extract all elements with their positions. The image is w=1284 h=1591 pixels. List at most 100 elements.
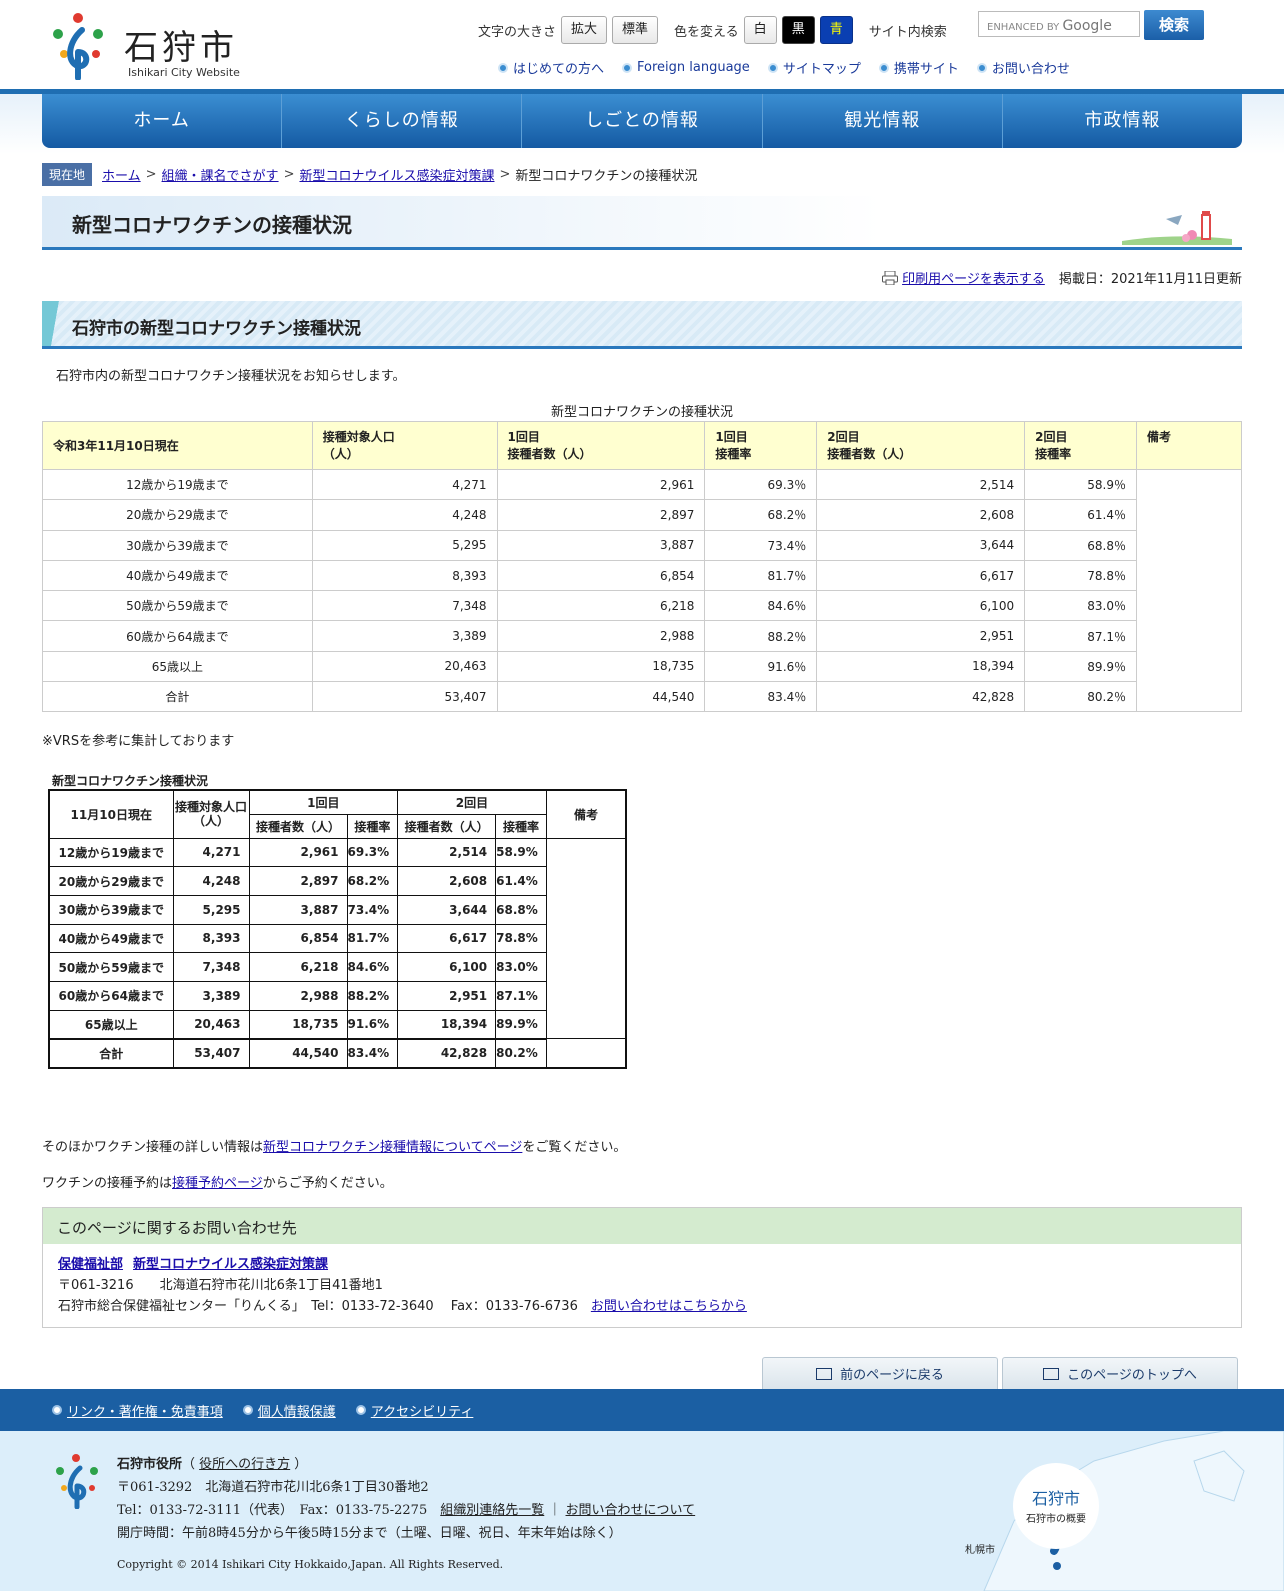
image-table-header-second: 2回目 (397, 789, 547, 815)
image-table-cell: 83.0% (495, 952, 547, 982)
table-cell: 3,389 (311, 620, 498, 652)
reservation-link[interactable]: 接種予約ページ (172, 1176, 263, 1191)
section-link[interactable]: 新型コロナウイルス感染症対策課 (133, 1257, 328, 1272)
table-cell: 83.4％ (704, 681, 818, 713)
back-button[interactable]: 前のページに戻る (762, 1357, 998, 1389)
search-button[interactable]: 検索 (1144, 10, 1204, 40)
image-table-row: 20歳から29歳まで 4,248 2,897 68.2% 2,608 61.4% (48, 866, 626, 896)
image-table-cell: 68.8% (495, 894, 547, 925)
image-table-cell: 88.2% (346, 980, 399, 1011)
posted-date: 掲載日：2021年11月11日更新 (1058, 272, 1242, 287)
image-table-header-note: 備考 (545, 789, 627, 839)
image-table-row: 40歳から49歳まで 8,393 6,854 81.7% 6,617 78.8% (48, 923, 626, 954)
bullet-icon (498, 62, 508, 73)
color-white-button[interactable]: 白 (743, 16, 777, 44)
breadcrumb-home[interactable]: ホーム (102, 165, 141, 184)
sublink-sitemap[interactable]: サイトマップ (767, 58, 861, 77)
font-large-button[interactable]: 拡大 (561, 16, 608, 44)
contact-body: 保健福祉部 新型コロナウイルス感染症対策課 〒061-3216 北海道石狩市花川北… (43, 1244, 1241, 1327)
image-table-cell: 4,271 (172, 837, 250, 868)
breadcrumb-separator: > (499, 167, 511, 182)
sublink-foreign-language[interactable]: Foreign language (622, 58, 750, 77)
site-footer: 石狩市役所（ 役所への行き方 ） 〒061-3292 北海道石狩市花川北6条1丁… (0, 1431, 1284, 1591)
footer-link-copyright[interactable]: リンク・著作権・免責事項 (52, 1401, 223, 1420)
city-overview-badge[interactable]: 石狩市 石狩市の概要 (1013, 1463, 1099, 1549)
sublink-contact[interactable]: お問い合わせ (976, 58, 1070, 77)
footer-link-accessibility[interactable]: アクセシビリティ (355, 1401, 473, 1420)
breadcrumb-separator: > (145, 167, 157, 182)
table-cell: 3,644 (816, 529, 1026, 561)
inquiry-link[interactable]: お問い合わせはこちらから (591, 1299, 747, 1314)
footer-link-privacy[interactable]: 個人情報保護 (242, 1401, 336, 1420)
contact-box: このページに関するお問い合わせ先 保健福祉部 新型コロナウイルス感染症対策課 〒0… (42, 1207, 1242, 1328)
table-cell: 2,951 (816, 620, 1026, 652)
table-cell: 73.4％ (704, 529, 818, 561)
image-table-cell: 83.4% (346, 1037, 399, 1068)
back-arrow-icon (816, 1367, 833, 1380)
org-contacts-link[interactable]: 組織別連絡先一覧 (440, 1503, 544, 1518)
footer-office-name: 石狩市役所 (117, 1457, 183, 1472)
image-table-cell: 78.8% (495, 923, 547, 954)
footer-hours: 開庁時間：午前8時45分から午後5時15分まで（土曜、日曜、祝日、年末年始は除く… (117, 1526, 622, 1541)
row-label: 50歳から59歳まで (42, 590, 313, 622)
table-header-second-rate: 2回目 接種率 (1024, 421, 1138, 470)
image-row-label: 30歳から39歳まで (48, 894, 174, 925)
table-cell: 2,514 (816, 468, 1026, 501)
image-table-cell: 3,389 (172, 980, 250, 1011)
site-logo[interactable]: 石狩市 Ishikari City Website (48, 12, 248, 84)
printer-icon (882, 270, 899, 285)
image-table-cell: 91.6% (346, 1009, 399, 1040)
image-table-cell: 89.9% (495, 1009, 547, 1040)
image-table-cell: 4,248 (172, 866, 250, 896)
table-cell: 84.6％ (704, 590, 818, 622)
image-row-label: 50歳から59歳まで (48, 952, 174, 982)
bullet-icon (976, 62, 987, 73)
font-normal-button[interactable]: 標準 (612, 16, 659, 44)
row-label: 30歳から39歳まで (42, 529, 313, 561)
color-black-button[interactable]: 黒 (781, 16, 815, 44)
nav-home[interactable]: ホーム (42, 94, 283, 148)
table-row: 40歳から49歳まで 8,393 6,854 81.7％ 6,617 78.8％ (42, 559, 1242, 592)
nav-city-government[interactable]: 市政情報 (1003, 94, 1242, 148)
table-cell: 4,271 (311, 468, 498, 501)
image-table-cell: 68.2% (346, 866, 399, 896)
sublink-first-time[interactable]: はじめての方へ (498, 58, 604, 77)
page-top-button[interactable]: このページのトップへ (1002, 1357, 1238, 1389)
image-table-cell: 18,394 (397, 1009, 497, 1040)
directions-link[interactable]: 役所への行き方 (199, 1457, 290, 1472)
contact-address: 〒061-3216 北海道石狩市花川北6条1丁目41番地1 (58, 1278, 383, 1293)
image-table-header-first: 1回目 (248, 789, 399, 815)
table-cell: 20,463 (311, 650, 498, 683)
color-blue-button[interactable]: 青 (819, 16, 853, 44)
table-cell: 78.8％ (1024, 559, 1138, 592)
contact-office: 石狩市総合保健福祉センター「りんくる」 Tel：0133-72-3640 Fax… (58, 1299, 578, 1314)
search-input[interactable]: ENHANCED BY Google (978, 11, 1140, 37)
image-table-cell: 2,514 (397, 837, 497, 868)
sublink-mobile-site[interactable]: 携帯サイト (878, 58, 959, 77)
breadcrumb-organization[interactable]: 組織・課名でさがす (162, 165, 279, 184)
about-inquiry-link[interactable]: お問い合わせについて (566, 1503, 696, 1518)
breadcrumb-department[interactable]: 新型コロナウイルス感染症対策課 (299, 165, 494, 184)
nav-living[interactable]: くらしの情報 (282, 94, 523, 148)
table-cell: 68.8％ (1024, 529, 1138, 561)
print-page-link[interactable]: 印刷用ページを表示する (902, 268, 1045, 287)
header-sublinks: はじめての方へ Foreign language サイトマップ 携帯サイト お問… (498, 58, 1088, 77)
row-label: 40歳から49歳まで (42, 559, 313, 592)
image-row-label: 12歳から19歳まで (48, 837, 174, 868)
nav-tourism[interactable]: 観光情報 (763, 94, 1003, 148)
nav-business[interactable]: しごとの情報 (522, 94, 763, 148)
vaccine-info-link[interactable]: 新型コロナワクチン接種情報についてページ (263, 1140, 522, 1155)
dept-link[interactable]: 保健福祉部 (58, 1257, 123, 1272)
site-search-label: サイト内検索 (868, 24, 947, 40)
vrs-note: ※VRSを参考に集計しております (42, 734, 235, 749)
badge-title: 石狩市 (1031, 1489, 1080, 1508)
table-caption: 新型コロナワクチンの接種状況 (550, 405, 733, 420)
image-table-cell: 53,407 (172, 1037, 250, 1068)
table-cell: 6,100 (816, 590, 1026, 622)
lighthouse-decoration-icon (1122, 211, 1232, 245)
page-title: 新型コロナワクチンの接種状況 (72, 213, 352, 237)
image-table-cell: 2,961 (248, 837, 348, 868)
image-table-cell: 58.9% (495, 837, 547, 868)
image-table-row: 50歳から59歳まで 7,348 6,218 84.6% 6,100 83.0% (48, 952, 626, 982)
section-heading: 石狩市の新型コロナワクチン接種状況 (42, 301, 1242, 349)
